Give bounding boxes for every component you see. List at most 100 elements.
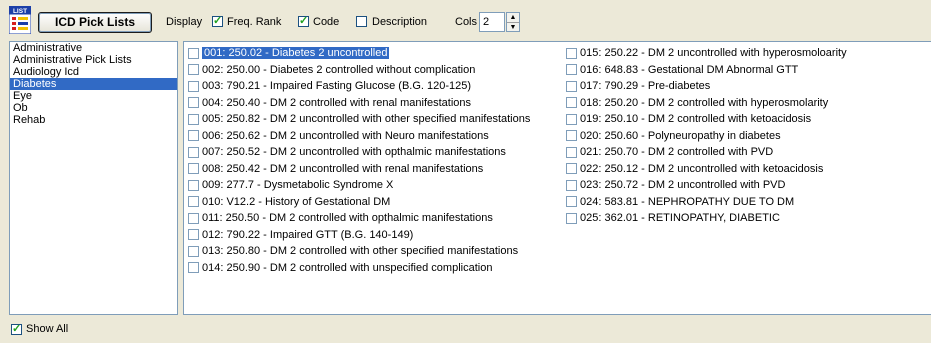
code-checkbox[interactable] (188, 64, 199, 76)
code-checkbox[interactable] (188, 179, 199, 191)
code-label[interactable]: 002: 250.00 - Diabetes 2 controlled with… (202, 64, 475, 76)
code-row[interactable]: 018: 250.20 - DM 2 controlled with hyper… (566, 95, 847, 112)
code-label[interactable]: Code (313, 16, 339, 28)
cols-spinner[interactable]: ▲ ▼ (506, 12, 520, 32)
code-row[interactable]: 014: 250.90 - DM 2 controlled with unspe… (188, 260, 530, 277)
code-label[interactable]: 010: V12.2 - History of Gestational DM (202, 196, 390, 208)
code-label[interactable]: 003: 790.21 - Impaired Fasting Glucose (… (202, 80, 471, 92)
code-checkbox[interactable] (188, 146, 199, 158)
code-checkbox[interactable] (566, 113, 577, 125)
code-row[interactable]: 008: 250.42 - DM 2 uncontrolled with ren… (188, 161, 530, 178)
category-item[interactable]: Eye (10, 90, 177, 102)
code-label[interactable]: 007: 250.52 - DM 2 uncontrolled with opt… (202, 146, 506, 158)
show-all-checkbox[interactable] (11, 322, 22, 335)
code-checkbox[interactable] (188, 113, 199, 125)
code-label[interactable]: 011: 250.50 - DM 2 controlled with optha… (202, 212, 493, 224)
code-label[interactable]: 022: 250.12 - DM 2 uncontrolled with ket… (580, 163, 823, 175)
code-row[interactable]: 002: 250.00 - Diabetes 2 controlled with… (188, 62, 530, 79)
code-checkbox[interactable] (566, 130, 577, 142)
code-label[interactable]: 016: 648.83 - Gestational DM Abnormal GT… (580, 64, 798, 76)
code-row[interactable]: 015: 250.22 - DM 2 uncontrolled with hyp… (566, 45, 847, 62)
code-row[interactable]: 023: 250.72 - DM 2 uncontrolled with PVD (566, 177, 847, 194)
code-checkbox[interactable] (188, 47, 199, 59)
code-label[interactable]: 013: 250.80 - DM 2 controlled with other… (202, 245, 518, 257)
cols-label: Cols (455, 16, 478, 28)
code-label[interactable]: 005: 250.82 - DM 2 uncontrolled with oth… (202, 113, 530, 125)
category-item[interactable]: Diabetes (10, 78, 177, 90)
icd-pick-lists-button[interactable]: ICD Pick Lists (38, 12, 152, 33)
code-label[interactable]: 021: 250.70 - DM 2 controlled with PVD (580, 146, 773, 158)
spin-down-icon[interactable]: ▼ (507, 23, 519, 32)
code-row[interactable]: 001: 250.02 - Diabetes 2 uncontrolled (188, 45, 530, 62)
code-row[interactable]: 020: 250.60 - Polyneuropathy in diabetes (566, 128, 847, 145)
code-column-1: 001: 250.02 - Diabetes 2 uncontrolled 002… (188, 45, 530, 276)
code-label[interactable]: 020: 250.60 - Polyneuropathy in diabetes (580, 130, 781, 142)
code-label[interactable]: 009: 277.7 - Dysmetabolic Syndrome X (202, 179, 393, 191)
code-row[interactable]: 004: 250.40 - DM 2 controlled with renal… (188, 95, 530, 112)
code-label[interactable]: 008: 250.42 - DM 2 uncontrolled with ren… (202, 163, 483, 175)
category-item[interactable]: Rehab (10, 114, 177, 126)
description-checkbox[interactable] (356, 16, 367, 27)
code-label[interactable]: 024: 583.81 - NEPHROPATHY DUE TO DM (580, 196, 794, 208)
freq-rank-label[interactable]: Freq. Rank (227, 16, 281, 28)
code-label[interactable]: 006: 250.62 - DM 2 uncontrolled with Neu… (202, 130, 489, 142)
category-item[interactable]: Administrative (10, 42, 177, 54)
code-checkbox[interactable] (566, 196, 577, 208)
code-label[interactable]: 001: 250.02 - Diabetes 2 uncontrolled (202, 47, 390, 60)
code-checkbox[interactable] (566, 212, 577, 224)
code-row[interactable]: 021: 250.70 - DM 2 controlled with PVD (566, 144, 847, 161)
code-checkbox[interactable] (566, 47, 577, 59)
code-row[interactable]: 022: 250.12 - DM 2 uncontrolled with ket… (566, 161, 847, 178)
code-checkbox[interactable] (188, 229, 199, 241)
code-row[interactable]: 010: V12.2 - History of Gestational DM (188, 194, 530, 211)
code-row[interactable]: 019: 250.10 - DM 2 controlled with ketoa… (566, 111, 847, 128)
code-checkbox[interactable] (566, 64, 577, 76)
code-label[interactable]: 015: 250.22 - DM 2 uncontrolled with hyp… (580, 47, 847, 59)
code-label[interactable]: 004: 250.40 - DM 2 controlled with renal… (202, 97, 471, 109)
code-checkbox[interactable] (188, 262, 199, 274)
code-row[interactable]: 017: 790.29 - Pre-diabetes (566, 78, 847, 95)
code-checkbox[interactable] (566, 163, 577, 175)
code-label[interactable]: 018: 250.20 - DM 2 controlled with hyper… (580, 97, 828, 109)
category-item[interactable]: Administrative Pick Lists (10, 54, 177, 66)
code-checkbox[interactable] (188, 196, 199, 208)
code-row[interactable]: 024: 583.81 - NEPHROPATHY DUE TO DM (566, 194, 847, 211)
category-item[interactable]: Audiology Icd (10, 66, 177, 78)
code-row[interactable]: 016: 648.83 - Gestational DM Abnormal GT… (566, 62, 847, 79)
code-checkbox[interactable] (566, 97, 577, 109)
code-row[interactable]: 013: 250.80 - DM 2 controlled with other… (188, 243, 530, 260)
code-row[interactable]: 011: 250.50 - DM 2 controlled with optha… (188, 210, 530, 227)
code-row[interactable]: 003: 790.21 - Impaired Fasting Glucose (… (188, 78, 530, 95)
spin-up-icon[interactable]: ▲ (507, 13, 519, 23)
code-checkbox[interactable] (566, 146, 577, 158)
code-checkbox[interactable] (566, 179, 577, 191)
category-item[interactable]: Ob (10, 102, 177, 114)
code-row[interactable]: 009: 277.7 - Dysmetabolic Syndrome X (188, 177, 530, 194)
cols-input[interactable]: 2 (479, 12, 505, 32)
description-label[interactable]: Description (372, 16, 427, 28)
code-row[interactable]: 012: 790.22 - Impaired GTT (B.G. 140-149… (188, 227, 530, 244)
code-row[interactable]: 006: 250.62 - DM 2 uncontrolled with Neu… (188, 128, 530, 145)
code-checkbox[interactable] (188, 130, 199, 142)
code-label[interactable]: 012: 790.22 - Impaired GTT (B.G. 140-149… (202, 229, 413, 241)
category-list[interactable]: Administrative Administrative Pick Lists A… (9, 41, 178, 315)
code-label[interactable]: 014: 250.90 - DM 2 controlled with unspe… (202, 262, 492, 274)
code-label[interactable]: 017: 790.29 - Pre-diabetes (580, 80, 710, 92)
code-label[interactable]: 019: 250.10 - DM 2 controlled with ketoa… (580, 113, 811, 125)
code-checkbox[interactable] (566, 80, 577, 92)
code-row[interactable]: 007: 250.52 - DM 2 uncontrolled with opt… (188, 144, 530, 161)
code-checkbox[interactable] (188, 212, 199, 224)
code-checkbox[interactable] (188, 80, 199, 92)
code-checkbox[interactable] (188, 245, 199, 257)
freq-rank-checkbox[interactable] (212, 14, 223, 27)
show-all-control[interactable]: Show All (11, 322, 68, 335)
code-label[interactable]: 023: 250.72 - DM 2 uncontrolled with PVD (580, 179, 785, 191)
code-label[interactable]: 025: 362.01 - RETINOPATHY, DIABETIC (580, 212, 780, 224)
code-row[interactable]: 025: 362.01 - RETINOPATHY, DIABETIC (566, 210, 847, 227)
show-all-label[interactable]: Show All (26, 323, 68, 335)
code-checkbox[interactable] (298, 14, 309, 27)
code-checkbox[interactable] (188, 97, 199, 109)
code-row[interactable]: 005: 250.82 - DM 2 uncontrolled with oth… (188, 111, 530, 128)
code-checkbox[interactable] (188, 163, 199, 175)
code-column-2: 015: 250.22 - DM 2 uncontrolled with hyp… (566, 45, 847, 227)
